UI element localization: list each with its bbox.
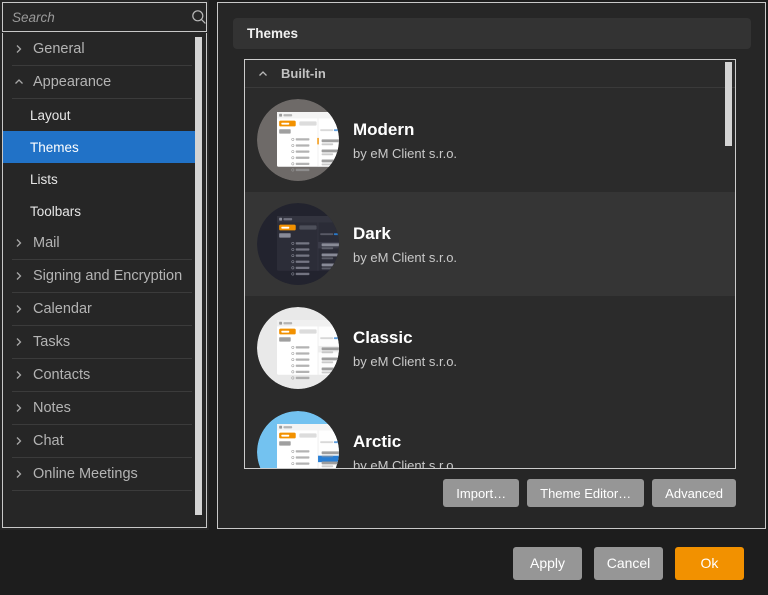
sidebar-item-label: Themes — [30, 139, 79, 155]
sidebar-item-label: Lists — [30, 171, 58, 187]
sidebar-item-tasks[interactable]: Tasks — [3, 326, 199, 358]
sidebar-item-mail[interactable]: Mail — [3, 227, 199, 259]
nav-separator — [12, 490, 192, 491]
preferences-dialog: General Appearance Layout Themes Lists Toolba… — [0, 0, 768, 595]
theme-list-item[interactable]: Classic by eM Client s.r.o. — [245, 296, 735, 400]
theme-author: by eM Client s.r.o. — [353, 457, 458, 469]
sidebar-item-label: Contacts — [33, 367, 91, 383]
theme-name: Dark — [353, 224, 391, 244]
theme-author: by eM Client s.r.o. — [353, 353, 458, 369]
chevron-right-icon[interactable] — [13, 369, 25, 381]
sidebar-item-label: Signing and Encryption — [33, 268, 183, 284]
sidebar-item-label: Online Meetings — [33, 466, 138, 482]
themes-list-box: Built-in Modern by eM Client s.r.o. Dark… — [244, 59, 736, 469]
sidebar-item-lists[interactable]: Lists — [3, 163, 199, 195]
sidebar-scrollbar-track[interactable] — [195, 37, 202, 522]
sidebar-item-label: Mail — [33, 235, 60, 251]
sidebar-item-chat[interactable]: Chat — [3, 425, 199, 457]
theme-name: Classic — [353, 328, 413, 348]
sidebar-item-label: Toolbars — [30, 203, 82, 219]
theme-preview-thumbnail — [257, 203, 339, 285]
themes-scrollbar-thumb[interactable] — [725, 62, 732, 146]
chevron-right-icon[interactable] — [13, 43, 25, 55]
sidebar-item-contacts[interactable]: Contacts — [3, 359, 199, 391]
chevron-right-icon[interactable] — [13, 402, 25, 414]
dialog-footer: Apply Cancel Ok — [0, 531, 768, 595]
sidebar-item-label: Appearance — [33, 74, 112, 90]
sidebar-item-layout[interactable]: Layout — [3, 99, 199, 131]
theme-name: Arctic — [353, 432, 402, 452]
theme-author: by eM Client s.r.o. — [353, 145, 458, 161]
chevron-up-icon[interactable] — [13, 76, 25, 88]
chevron-right-icon[interactable] — [13, 468, 25, 480]
advanced-button[interactable]: Advanced — [652, 479, 736, 507]
chevron-right-icon[interactable] — [13, 270, 25, 282]
chevron-right-icon[interactable] — [13, 336, 25, 348]
chevron-right-icon[interactable] — [13, 303, 25, 315]
theme-editor-button[interactable]: Theme Editor… — [527, 479, 645, 507]
import-button[interactable]: Import… — [443, 479, 520, 507]
ok-button[interactable]: Ok — [675, 546, 744, 580]
search-input[interactable] — [12, 9, 191, 25]
themes-scrollbar-track[interactable] — [725, 62, 732, 466]
sidebar-scrollbar-thumb[interactable] — [195, 37, 202, 515]
sidebar-item-appearance[interactable]: Appearance — [3, 66, 199, 98]
theme-list-item[interactable]: Modern by eM Client s.r.o. — [245, 88, 735, 192]
chevron-right-icon[interactable] — [13, 435, 25, 447]
chevron-right-icon[interactable] — [13, 237, 25, 249]
theme-text-block: Arctic by eM Client s.r.o. — [353, 431, 458, 469]
chevron-up-icon[interactable] — [257, 68, 269, 80]
sidebar-item-calendar[interactable]: Calendar — [3, 293, 199, 325]
page-title: Themes — [233, 18, 751, 49]
theme-text-block: Modern by eM Client s.r.o. — [353, 119, 457, 160]
theme-list: Modern by eM Client s.r.o. Dark by eM Cl… — [245, 88, 735, 469]
cancel-button[interactable]: Cancel — [594, 546, 663, 580]
theme-text-block: Classic by eM Client s.r.o. — [353, 327, 457, 368]
theme-list-item[interactable]: Arctic by eM Client s.r.o. — [245, 400, 735, 469]
sidebar-item-notes[interactable]: Notes — [3, 392, 199, 424]
sidebar-item-label: Tasks — [33, 334, 71, 350]
built-in-group-label: Built-in — [281, 66, 326, 81]
theme-name: Modern — [353, 120, 415, 140]
theme-author: by eM Client s.r.o. — [353, 249, 458, 265]
theme-text-block: Dark by eM Client s.r.o. — [353, 223, 457, 264]
search-bar[interactable] — [2, 2, 207, 32]
apply-button[interactable]: Apply — [513, 546, 582, 580]
sidebar-item-label: General — [33, 41, 85, 57]
theme-preview-thumbnail — [257, 307, 339, 389]
themes-panel: Themes Built-in Modern by eM Client s.r.… — [217, 2, 766, 529]
sidebar-item-label: Chat — [33, 433, 64, 449]
sidebar-item-signing-and-encryption[interactable]: Signing and Encryption — [3, 260, 199, 292]
search-icon[interactable] — [191, 9, 207, 25]
sidebar-item-online-meetings[interactable]: Online Meetings — [3, 458, 199, 490]
settings-sidebar: General Appearance Layout Themes Lists Toolba… — [0, 0, 209, 530]
theme-preview-thumbnail — [257, 411, 339, 468]
theme-list-item[interactable]: Dark by eM Client s.r.o. — [245, 192, 735, 296]
sidebar-item-general[interactable]: General — [3, 33, 199, 65]
sidebar-item-label: Calendar — [33, 301, 92, 317]
theme-preview-thumbnail — [257, 99, 339, 181]
built-in-group-header[interactable]: Built-in — [245, 60, 735, 88]
sidebar-item-themes[interactable]: Themes — [3, 131, 199, 163]
sidebar-item-label: Notes — [33, 400, 71, 416]
settings-nav: General Appearance Layout Themes Lists Toolba… — [2, 33, 207, 528]
sidebar-item-label: Layout — [30, 107, 71, 123]
themes-action-buttons: Import… Theme Editor… Advanced — [244, 479, 736, 507]
sidebar-item-toolbars[interactable]: Toolbars — [3, 195, 199, 227]
